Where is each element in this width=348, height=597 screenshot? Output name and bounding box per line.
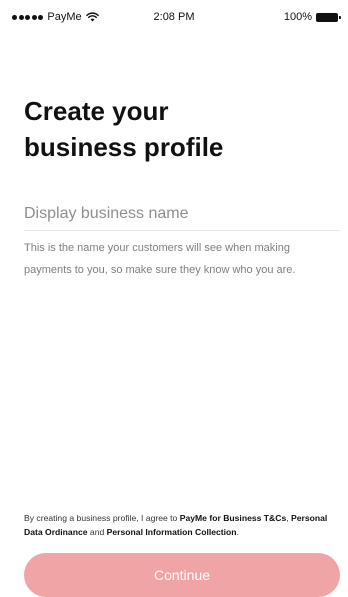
agreement-suffix: . <box>236 527 239 537</box>
agreement-separator: , <box>286 513 289 523</box>
agreement-prefix: By creating a business profile, I agree … <box>24 513 180 523</box>
page-title: Create your business profile <box>24 96 224 162</box>
personal-information-collection-link[interactable]: Personal Information Collection <box>107 527 237 537</box>
battery-percent: 100% <box>283 11 312 23</box>
agreement-text: By creating a business profile, I agree … <box>24 511 342 539</box>
battery-icon <box>316 12 341 22</box>
business-name-helper-text: This is the name your customers will see… <box>24 242 296 276</box>
terms-link[interactable]: PayMe for Business T&Cs <box>180 513 287 523</box>
status-right: 100% <box>283 11 341 23</box>
status-bar: PayMe 2:08 PM 100% <box>0 0 348 34</box>
continue-button[interactable]: Continue <box>24 553 340 597</box>
agreement-and: and <box>87 527 107 537</box>
business-name-input[interactable] <box>24 197 340 231</box>
